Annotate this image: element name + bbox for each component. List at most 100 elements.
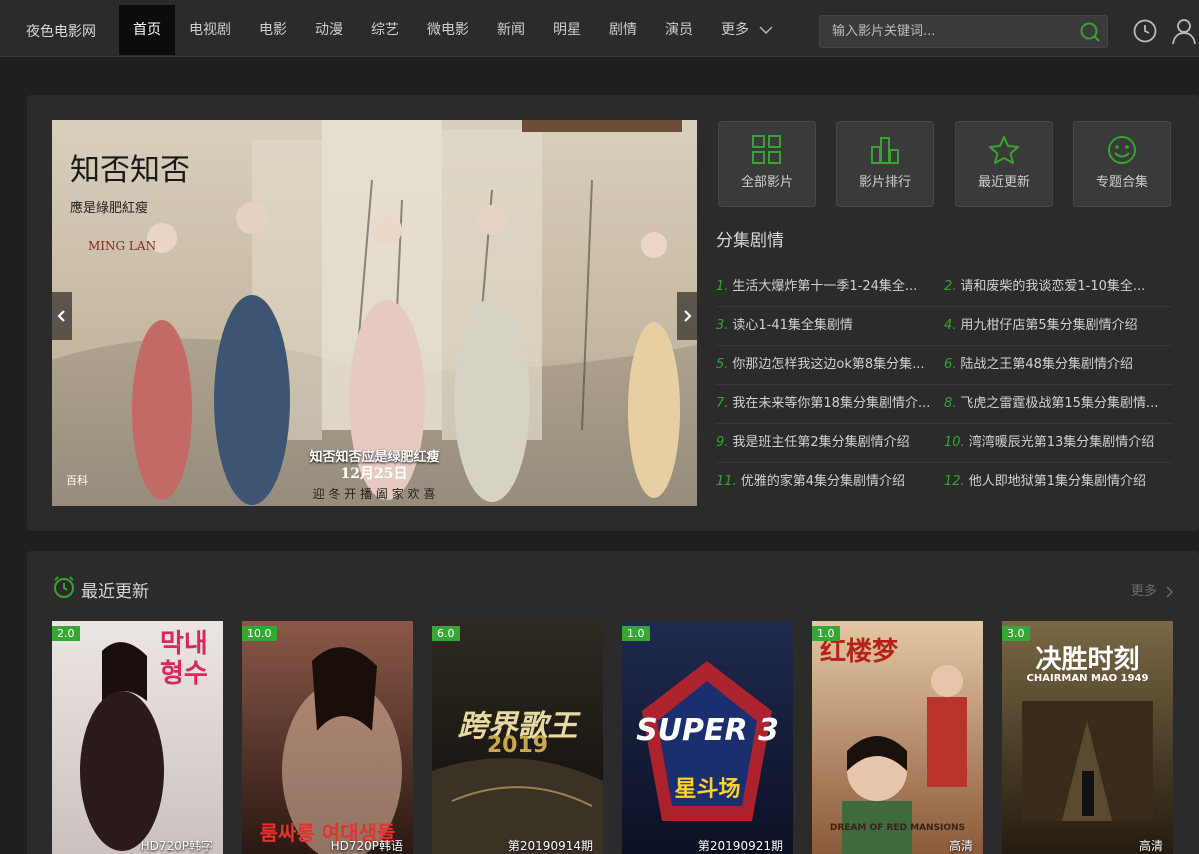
poster-subtitle: DREAM OF RED MANSIONS bbox=[829, 823, 966, 833]
episode-item[interactable]: 6. 陆战之王第48集分集剧情介绍 bbox=[944, 345, 1162, 384]
episode-number: 4. bbox=[944, 318, 957, 333]
episode-item[interactable]: 10. 湾湾暖辰光第13集分集剧情介绍 bbox=[944, 423, 1162, 462]
clock-icon[interactable] bbox=[1132, 18, 1158, 44]
episode-item[interactable]: 9. 我是班主任第2集分集剧情介绍 bbox=[716, 423, 934, 462]
movie-card[interactable]: 跨界歌王 2019 6.0 第20190914期 bbox=[432, 621, 603, 854]
episode-text: 请和废柴的我谈恋爱1-10集全... bbox=[960, 279, 1146, 294]
movie-card[interactable]: 막내형수 2.0 HD720P韩字 bbox=[52, 621, 223, 854]
quick-link-label: 最近更新 bbox=[977, 175, 1030, 190]
score-badge: 6.0 bbox=[432, 626, 460, 641]
episode-number: 7. bbox=[716, 396, 729, 411]
poster-slogan-text: 迎 冬 开 播 阖 家 欢 喜 bbox=[313, 486, 436, 501]
nav-item-variety[interactable]: 综艺 bbox=[357, 5, 413, 55]
episode-number: 9. bbox=[716, 435, 729, 450]
quality-tag: HD720P韩字 bbox=[140, 839, 213, 853]
quick-link-label: 全部影片 bbox=[740, 175, 793, 190]
nav-item-plot[interactable]: 剧情 bbox=[595, 5, 651, 55]
episodes-section-title: 分集剧情 bbox=[716, 231, 784, 251]
episode-text: 你那边怎样我这边ok第8集分集... bbox=[732, 357, 925, 372]
poster-title: 决胜时刻 bbox=[1035, 645, 1140, 675]
main-nav: 首页 电视剧 电影 动漫 综艺 微电影 新闻 明星 剧情 演员 更多 bbox=[119, 5, 787, 55]
quick-link-recent[interactable]: 最近更新 bbox=[955, 121, 1053, 207]
episode-number: 5. bbox=[716, 357, 729, 372]
chevron-left-icon bbox=[57, 310, 65, 322]
poster-subtitle: 星斗场 bbox=[674, 777, 741, 802]
poster-date-text: 12月25日 bbox=[341, 466, 408, 482]
nav-item-actors[interactable]: 演员 bbox=[651, 5, 707, 55]
episode-item[interactable]: 4. 用九柑仔店第5集分集剧情介绍 bbox=[944, 306, 1162, 345]
score-badge: 1.0 bbox=[622, 626, 650, 641]
episode-text: 湾湾暖辰光第13集分集剧情介绍 bbox=[968, 435, 1155, 450]
quality-tag: HD720P韩语 bbox=[330, 839, 403, 853]
quality-tag: 高清 bbox=[948, 839, 973, 853]
movie-card[interactable]: SUPER 3 星斗场 1.0 第20190921期 bbox=[622, 621, 793, 854]
episode-text: 生活大爆炸第十一季1-24集全... bbox=[732, 279, 918, 294]
episode-item[interactable]: 12. 他人即地狱第1集分集剧情介绍 bbox=[944, 462, 1162, 501]
episode-item[interactable]: 3. 读心1-41集全集剧情 bbox=[716, 306, 934, 345]
episode-number: 12. bbox=[944, 474, 965, 489]
nav-item-micro-film[interactable]: 微电影 bbox=[413, 5, 483, 55]
nav-more-label: 更多 bbox=[721, 22, 749, 38]
episode-number: 11. bbox=[716, 474, 737, 489]
recent-updates-section: 最近更新 更多 막내형수 2.0 HD720P韩字 룸싸롱 여대생들 10.0 … bbox=[27, 551, 1199, 854]
search-input[interactable] bbox=[820, 16, 1070, 47]
search-box bbox=[819, 15, 1108, 48]
movie-card[interactable]: 룸싸롱 여대생들 10.0 HD720P韩语 bbox=[242, 621, 413, 854]
nav-item-news[interactable]: 新闻 bbox=[483, 5, 539, 55]
episode-item[interactable]: 7. 我在未来等你第18集分集剧情介... bbox=[716, 384, 934, 423]
banner-next-button[interactable] bbox=[677, 292, 697, 340]
episode-number: 2. bbox=[944, 279, 957, 294]
banner-prev-button[interactable] bbox=[52, 292, 72, 340]
movie-card[interactable]: 决胜时刻 CHAIRMAN MAO 1949 3.0 高清 bbox=[1002, 621, 1173, 854]
episode-text: 用九柑仔店第5集分集剧情介绍 bbox=[960, 318, 1138, 333]
nav-item-home[interactable]: 首页 bbox=[119, 5, 175, 55]
search-icon[interactable] bbox=[1079, 21, 1101, 43]
nav-item-movie[interactable]: 电影 bbox=[245, 5, 301, 55]
episode-text: 我在未来等你第18集分集剧情介... bbox=[732, 396, 931, 411]
score-badge: 1.0 bbox=[812, 626, 840, 641]
episode-number: 8. bbox=[944, 396, 957, 411]
smile-icon bbox=[1108, 136, 1136, 164]
episode-text: 飞虎之雷霆极战第15集分集剧情... bbox=[960, 396, 1159, 411]
user-icon[interactable] bbox=[1170, 17, 1198, 45]
quick-link-all-movies[interactable]: 全部影片 bbox=[718, 121, 816, 207]
poster-title-text: 知否知否 bbox=[70, 153, 190, 188]
quality-tag: 第20190921期 bbox=[697, 839, 783, 853]
episode-number: 1. bbox=[716, 279, 729, 294]
watermark-text: 百科 bbox=[66, 473, 88, 487]
quality-tag: 高清 bbox=[1138, 839, 1163, 853]
episode-text: 陆战之王第48集分集剧情介绍 bbox=[960, 357, 1133, 372]
banner-caption[interactable]: 知否知否应是绿肥红瘦 bbox=[52, 446, 697, 465]
episode-item[interactable]: 5. 你那边怎样我这边ok第8集分集... bbox=[716, 345, 934, 384]
chevron-right-icon bbox=[1166, 586, 1173, 597]
quick-link-collections[interactable]: 专题合集 bbox=[1073, 121, 1171, 207]
episode-text: 读心1-41集全集剧情 bbox=[732, 318, 853, 333]
featured-banner[interactable]: 知否知否 應是綠肥紅瘦 MING LAN 12月25日 迎 冬 开 播 阖 家 … bbox=[52, 120, 697, 506]
episode-text: 我是班主任第2集分集剧情介绍 bbox=[732, 435, 910, 450]
episode-item[interactable]: 1. 生活大爆炸第十一季1-24集全... bbox=[716, 267, 934, 306]
more-label: 更多 bbox=[1130, 584, 1157, 599]
poster-title: SUPER 3 bbox=[636, 713, 779, 748]
recent-more-link[interactable]: 更多 bbox=[1131, 580, 1173, 599]
episode-item[interactable]: 2. 请和废柴的我谈恋爱1-10集全... bbox=[944, 267, 1162, 306]
score-badge: 10.0 bbox=[242, 626, 277, 641]
episode-item[interactable]: 11. 优雅的家第4集分集剧情介绍 bbox=[716, 462, 934, 501]
movie-card[interactable]: 红楼梦 DREAM OF RED MANSIONS 1.0 高清 bbox=[812, 621, 983, 854]
chevron-right-icon bbox=[684, 310, 692, 322]
hero-section: 知否知否 應是綠肥紅瘦 MING LAN 12月25日 迎 冬 开 播 阖 家 … bbox=[27, 95, 1199, 531]
site-brand[interactable]: 夜色电影网 bbox=[26, 21, 96, 41]
poster-title: 막내형수 bbox=[160, 629, 208, 689]
recent-section-title: 最近更新 bbox=[81, 582, 149, 602]
quick-link-label: 专题合集 bbox=[1095, 175, 1148, 190]
nav-item-anime[interactable]: 动漫 bbox=[301, 5, 357, 55]
episode-text: 他人即地狱第1集分集剧情介绍 bbox=[968, 474, 1146, 489]
score-badge: 3.0 bbox=[1002, 626, 1030, 641]
quick-link-label: 影片排行 bbox=[858, 175, 911, 190]
episode-item[interactable]: 8. 飞虎之雷霆极战第15集分集剧情... bbox=[944, 384, 1162, 423]
poster-roman-text: MING LAN bbox=[88, 239, 156, 253]
nav-item-more[interactable]: 更多 bbox=[707, 5, 787, 55]
quick-link-ranking[interactable]: 影片排行 bbox=[836, 121, 934, 207]
score-badge: 2.0 bbox=[52, 626, 80, 641]
nav-item-stars[interactable]: 明星 bbox=[539, 5, 595, 55]
nav-item-tv[interactable]: 电视剧 bbox=[175, 5, 245, 55]
